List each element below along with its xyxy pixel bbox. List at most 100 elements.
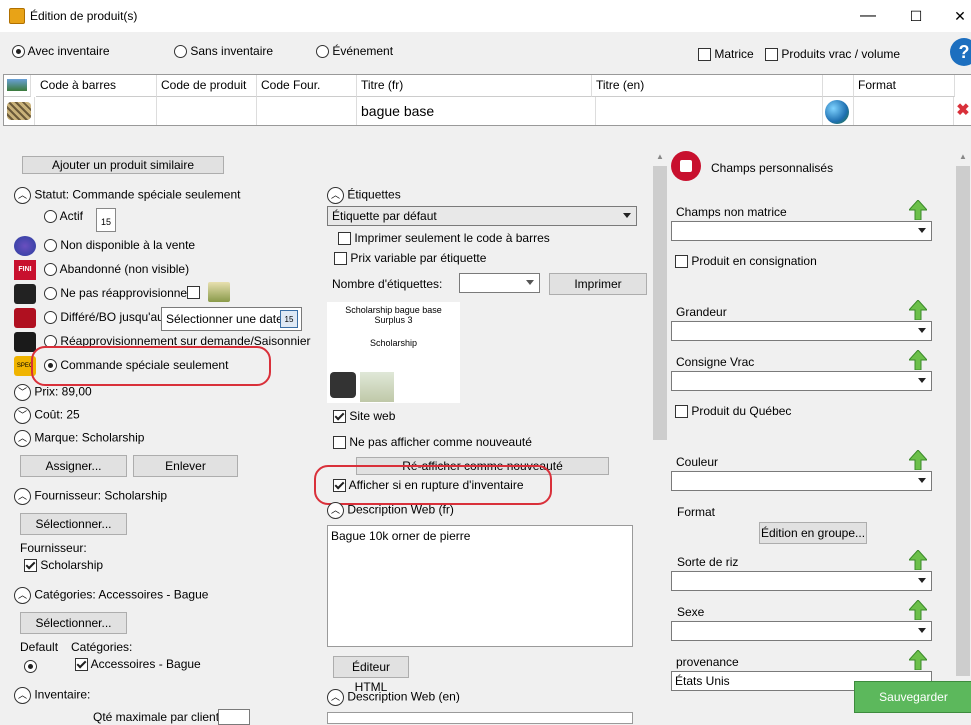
maximize-button[interactable]: ☐ [904, 6, 928, 26]
col-code-produit[interactable]: Code de produit [157, 75, 257, 97]
consigne-vrac-select[interactable] [671, 371, 932, 391]
sexe-select[interactable] [671, 621, 932, 641]
chevron-down-icon [918, 378, 926, 383]
calendar-button-icon[interactable]: 15 [280, 310, 298, 328]
vrac-checkbox[interactable]: Produits vrac / volume [765, 47, 900, 62]
help-icon[interactable]: ? [950, 38, 971, 66]
categories-selectionner-button[interactable]: Sélectionner... [20, 612, 127, 634]
cell-titre-fr[interactable]: bague base [357, 97, 596, 125]
collapse-up-icon[interactable]: ︿ [14, 187, 31, 204]
scroll-thumb[interactable] [956, 166, 970, 676]
categories-value: Accessoires - Bague [98, 587, 209, 602]
mode-avec-inventaire[interactable]: Avec inventaire [12, 44, 110, 59]
champs-title: Champs personnalisés [711, 161, 834, 175]
col-titre-fr[interactable]: Titre (fr) [357, 75, 592, 97]
grandeur-select[interactable] [671, 321, 932, 341]
arrow-up-icon[interactable] [907, 449, 929, 473]
expand-down-icon: ﹀ [14, 407, 31, 424]
fournisseur-selectionner-button[interactable]: Sélectionner... [20, 513, 127, 535]
statut-option-ne-pas-reappro[interactable]: Ne pas réapprovisionner [44, 286, 191, 301]
couleur-label: Couleur [676, 455, 719, 469]
delete-icon[interactable]: ✖ [954, 97, 971, 125]
checkbox-label: Accessoires - Bague [90, 657, 201, 671]
add-similar-button[interactable]: Ajouter un produit similaire [22, 156, 224, 174]
arrow-up-icon[interactable] [907, 549, 929, 573]
provenance-label: provenance [676, 655, 739, 669]
arrow-up-icon[interactable] [907, 199, 929, 223]
categorie-checkbox[interactable]: Accessoires - Bague [75, 657, 201, 672]
qte-max-input[interactable] [218, 709, 250, 725]
desc-en-textarea[interactable] [327, 712, 633, 724]
date-picker[interactable]: Sélectionner une date 15 [161, 307, 302, 331]
marque-section: ︿ Marque: Scholarship [14, 430, 144, 447]
collapse-up-icon[interactable]: ︿ [327, 187, 344, 204]
prix-section[interactable]: ﹀ Prix: 89,00 [14, 384, 92, 401]
close-button[interactable]: ✕ [948, 6, 971, 26]
cell-code-produit[interactable] [157, 97, 257, 125]
prix-variable-checkbox[interactable]: Prix variable par étiquette [334, 251, 486, 266]
nb-etiquettes-select[interactable] [459, 273, 540, 293]
col-titre-en[interactable]: Titre (en) [592, 75, 823, 97]
right-scrollbar[interactable]: ▲ [955, 148, 971, 678]
cell-titre-en[interactable] [592, 97, 823, 125]
scroll-thumb[interactable] [653, 166, 667, 440]
collapse-up-icon[interactable]: ︿ [327, 689, 344, 706]
checkbox-icon [765, 48, 778, 62]
sorte-riz-label: Sorte de riz [677, 555, 739, 569]
sauvegarder-button[interactable]: Sauvegarder [854, 681, 971, 713]
cell-code-barres[interactable] [36, 97, 157, 125]
col-code-four[interactable]: Code Four. [257, 75, 357, 97]
mode-evenement[interactable]: Événement [316, 44, 393, 59]
scroll-up-icon[interactable]: ▲ [959, 152, 967, 161]
collapse-up-icon[interactable]: ︿ [14, 430, 31, 447]
arrow-up-icon[interactable] [907, 299, 929, 323]
consignation-checkbox[interactable]: Produit en consignation [675, 254, 817, 269]
col-format[interactable]: Format [854, 75, 955, 97]
editeur-html-button[interactable]: Éditeur HTML [333, 656, 409, 694]
collapse-up-icon[interactable]: ︿ [327, 502, 344, 519]
statut-option-actif[interactable]: Actif [44, 209, 83, 224]
row-image-cell[interactable] [4, 97, 35, 125]
middle-scrollbar[interactable]: ▲ [652, 148, 668, 718]
cout-section[interactable]: ﹀ Coût: 25 [14, 407, 80, 424]
desc-fr-textarea[interactable]: Bague 10k orner de pierre [327, 525, 633, 647]
col-code-barres[interactable]: Code à barres [36, 75, 157, 97]
edition-groupe-button[interactable]: Édition en groupe... [759, 522, 867, 544]
statut-option-non-disponible[interactable]: Non disponible à la vente [44, 238, 195, 253]
etiquettes-label: Étiquettes [347, 187, 401, 202]
mode-sans-inventaire[interactable]: Sans inventaire [174, 44, 274, 59]
statut-option-abandonne[interactable]: Abandonné (non visible) [44, 262, 189, 277]
statut-value: Commande spéciale seulement [72, 187, 241, 202]
mode-label: Sans inventaire [190, 44, 274, 58]
ne-pas-reappro-checkbox[interactable] [187, 285, 200, 300]
imprimer-code-checkbox[interactable]: Imprimer seulement le code à barres [338, 231, 550, 246]
fournisseur-scholarship-checkbox[interactable]: Scholarship [24, 558, 103, 573]
arrow-up-icon[interactable] [907, 649, 929, 673]
arrow-up-icon[interactable] [907, 599, 929, 623]
site-web-checkbox[interactable]: Site web [333, 409, 395, 424]
fournisseur-section: ︿ Fournisseur: Scholarship [14, 488, 167, 505]
cell-code-four[interactable] [257, 97, 357, 125]
etiquette-select[interactable]: Étiquette par défaut [327, 206, 637, 226]
minimize-button[interactable]: — [856, 6, 880, 26]
imprimer-button[interactable]: Imprimer [549, 273, 647, 295]
statut-option-differe[interactable]: Différé/BO jusqu'au [44, 310, 164, 325]
couleur-select[interactable] [671, 471, 932, 491]
sorte-riz-select[interactable] [671, 571, 932, 591]
collapse-up-icon[interactable]: ︿ [14, 587, 31, 604]
default-radio[interactable] [24, 659, 37, 674]
globe-cell[interactable] [823, 97, 854, 125]
matrice-checkbox[interactable]: Matrice [698, 47, 754, 62]
arrow-up-icon[interactable] [907, 349, 929, 373]
produit-quebec-checkbox[interactable]: Produit du Québec [675, 404, 791, 419]
collapse-up-icon[interactable]: ︿ [14, 488, 31, 505]
collapse-up-icon[interactable]: ︿ [14, 687, 31, 704]
cell-format[interactable] [854, 97, 954, 125]
no-restock-icon [14, 284, 36, 304]
champs-non-matrice-select[interactable] [671, 221, 932, 241]
champs-non-matrice-label: Champs non matrice [676, 205, 787, 219]
scroll-up-icon[interactable]: ▲ [656, 152, 664, 161]
assigner-button[interactable]: Assigner... [20, 455, 127, 477]
enlever-button[interactable]: Enlever [133, 455, 238, 477]
ne-pas-afficher-checkbox[interactable]: Ne pas afficher comme nouveauté [333, 435, 532, 450]
